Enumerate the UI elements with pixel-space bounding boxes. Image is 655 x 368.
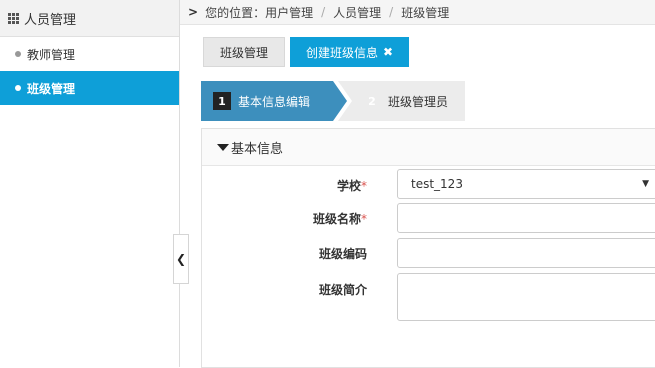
chevron-right-icon: > [188,5,199,19]
tab-label: 创建班级信息 [306,45,379,60]
class-code-input[interactable] [397,238,655,268]
step-number: 2 [368,94,376,108]
breadcrumb-item[interactable]: 人员管理 [333,4,381,21]
bullet-icon [15,51,21,57]
tab-label: 班级管理 [220,45,269,60]
form-row-class-code: 班级编码 [202,237,655,269]
step-label: 班级管理员 [388,95,449,109]
breadcrumb-item[interactable]: 用户管理 [265,4,313,21]
bullet-icon [15,85,21,91]
sidebar: 人员管理 教师管理 班级管理 [0,0,180,367]
breadcrumb: > 您的位置： 用户管理 / 人员管理 / 班级管理 [180,0,655,25]
sidebar-header-label: 人员管理 [24,12,77,28]
grid-icon [8,12,19,24]
sidebar-item-label: 班级管理 [27,81,76,96]
sidebar-header[interactable]: 人员管理 [0,0,179,37]
form-row-school: 学校* test_123 ▼ [202,169,655,201]
school-select[interactable]: test_123 ▼ [397,169,655,199]
sidebar-item-teacher-management[interactable]: 教师管理 [0,37,179,71]
breadcrumb-item-current: 班级管理 [401,5,450,20]
chevron-left-icon: ❮ [175,252,187,266]
tab-class-management[interactable]: 班级管理 [203,37,286,67]
tab-create-class-info[interactable]: 创建班级信息 ✖ [290,37,410,67]
class-name-label: 班级名称* [312,212,367,226]
form-row-class-name: 班级名称* [202,203,655,235]
tab-bar: 班级管理 创建班级信息 ✖ [203,37,414,67]
basic-info-panel: 基本信息 学校* test_123 ▼ 班级名称* 班级编码 班级简介 [201,128,655,368]
sidebar-item-class-management[interactable]: 班级管理 [0,71,179,105]
panel-header[interactable]: 基本信息 [202,129,655,166]
step-number: 1 [213,92,231,110]
step-wizard: 1 基本信息编辑 2 班级管理员 [201,81,465,121]
dropdown-arrow-icon: ▼ [642,179,649,189]
breadcrumb-separator: / [321,5,326,19]
breadcrumb-prefix: 您的位置： [205,5,266,20]
caret-down-icon [217,143,229,151]
breadcrumb-separator: / [389,5,394,19]
form-row-class-intro: 班级简介 [202,273,655,323]
class-name-input[interactable] [397,203,655,233]
class-code-label: 班级编码 [318,247,367,261]
class-intro-textarea[interactable] [397,273,655,321]
sidebar-item-label: 教师管理 [27,47,76,62]
close-icon[interactable]: ✖ [383,45,393,59]
school-select-value: test_123 [411,177,463,191]
school-label: 学校* [336,179,367,193]
collapse-sidebar-button[interactable]: ❮ [173,234,189,284]
panel-title: 基本信息 [231,141,284,157]
step-label: 基本信息编辑 [238,95,311,109]
class-intro-label: 班级简介 [318,283,367,297]
